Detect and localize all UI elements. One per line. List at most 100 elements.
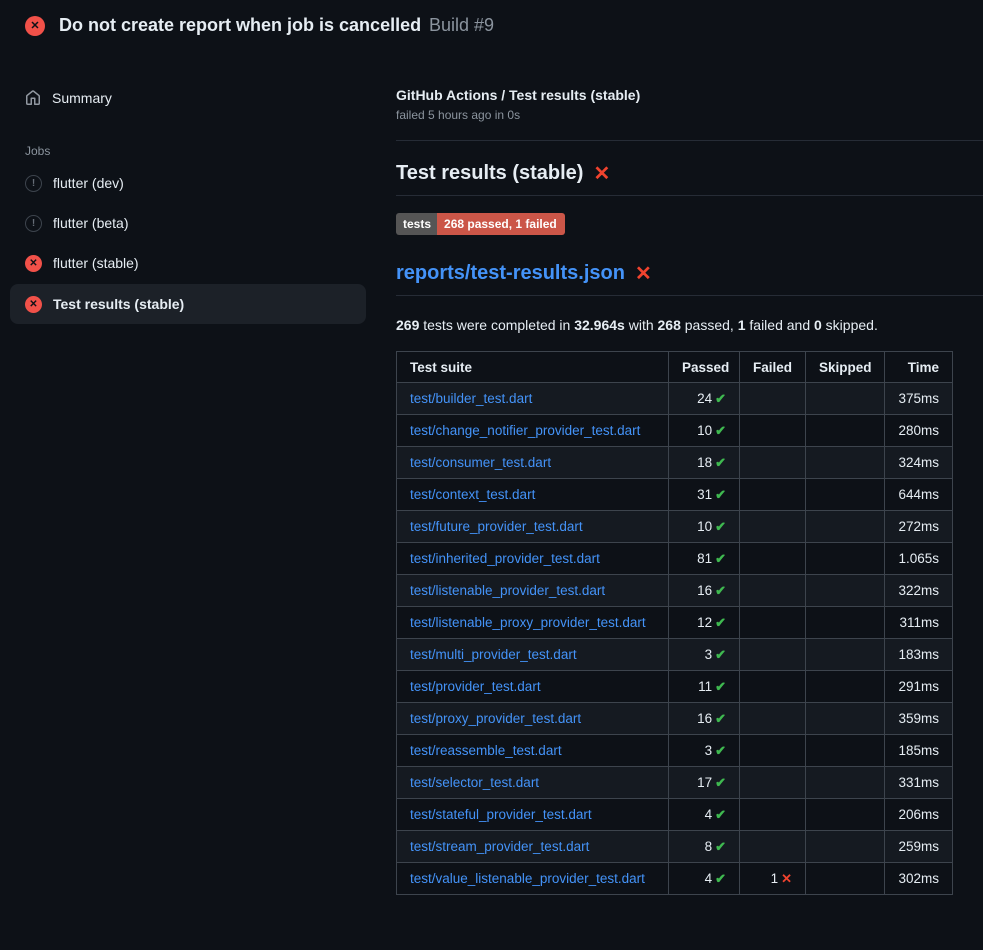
skipped-cell bbox=[806, 735, 885, 767]
passed-cell: 18✔ bbox=[669, 447, 740, 479]
failed-cell bbox=[740, 575, 806, 607]
suite-cell: test/provider_test.dart bbox=[397, 671, 669, 703]
time-cell: 359ms bbox=[885, 703, 953, 735]
check-icon: ✔ bbox=[715, 839, 726, 854]
test-suite-link[interactable]: test/proxy_provider_test.dart bbox=[410, 711, 581, 726]
page-title: Do not create report when job is cancell… bbox=[59, 15, 421, 35]
time-cell: 311ms bbox=[885, 607, 953, 639]
suite-cell: test/proxy_provider_test.dart bbox=[397, 703, 669, 735]
sidebar-item-label: flutter (beta) bbox=[53, 215, 128, 231]
check-icon: ✔ bbox=[715, 807, 726, 822]
failed-cell bbox=[740, 607, 806, 639]
test-suite-link[interactable]: test/listenable_provider_test.dart bbox=[410, 583, 605, 598]
check-icon: ✔ bbox=[715, 551, 726, 566]
passed-count: 11 bbox=[698, 679, 712, 694]
suite-cell: test/listenable_provider_test.dart bbox=[397, 575, 669, 607]
section-title: Test results (stable) bbox=[396, 162, 583, 185]
failed-cell bbox=[740, 639, 806, 671]
status-line: failed 5 hours ago in 0s bbox=[396, 108, 983, 122]
table-row: test/consumer_test.dart 18✔ 324ms bbox=[397, 447, 953, 479]
check-icon: ✔ bbox=[715, 391, 726, 406]
time-cell: 302ms bbox=[885, 863, 953, 895]
table-row: test/provider_test.dart11✔291ms bbox=[397, 671, 953, 703]
test-suite-link[interactable]: test/future_provider_test.dart bbox=[410, 519, 583, 534]
check-icon: ✔ bbox=[715, 871, 726, 886]
failed-cell bbox=[740, 383, 806, 415]
neutral-circle-icon: ! bbox=[25, 175, 42, 192]
suite-cell: test/stream_provider_test.dart bbox=[397, 831, 669, 863]
test-suite-link[interactable]: test/provider_test.dart bbox=[410, 679, 541, 694]
table-row: test/future_provider_test.dart10✔272ms bbox=[397, 511, 953, 543]
check-icon: ✔ bbox=[715, 647, 726, 662]
skipped-cell bbox=[806, 575, 885, 607]
table-row: test/multi_provider_test.dart3✔183ms bbox=[397, 639, 953, 671]
summary-time: 32.964s bbox=[574, 317, 625, 333]
failed-cell bbox=[740, 831, 806, 863]
time-cell: 185ms bbox=[885, 735, 953, 767]
time-cell: 1.065s bbox=[885, 543, 953, 575]
check-icon: ✔ bbox=[715, 519, 726, 534]
test-suite-link[interactable]: test/consumer_test.dart bbox=[410, 455, 551, 470]
passed-count: 12 bbox=[697, 615, 712, 630]
suite-cell: test/selector_test.dart bbox=[397, 767, 669, 799]
failed-cell bbox=[740, 735, 806, 767]
check-icon: ✔ bbox=[715, 679, 726, 694]
sidebar-item-summary[interactable]: Summary bbox=[10, 79, 366, 117]
passed-count: 10 bbox=[697, 519, 712, 534]
test-suite-link[interactable]: test/listenable_proxy_provider_test.dart bbox=[410, 615, 646, 630]
suite-cell: test/future_provider_test.dart bbox=[397, 511, 669, 543]
passed-cell: 4✔ bbox=[669, 799, 740, 831]
passed-cell: 31✔ bbox=[669, 479, 740, 511]
test-suite-link[interactable]: test/context_test.dart bbox=[410, 487, 535, 502]
test-suite-link[interactable]: test/multi_provider_test.dart bbox=[410, 647, 577, 662]
test-results-table: Test suite Passed Failed Skipped Time te… bbox=[396, 351, 953, 895]
time-cell: 375ms bbox=[885, 383, 953, 415]
summary-total: 269 bbox=[396, 317, 419, 333]
check-run-header: ✕ Do not create report when job is cance… bbox=[0, 0, 983, 49]
test-suite-link[interactable]: test/stream_provider_test.dart bbox=[410, 839, 589, 854]
check-icon: ✔ bbox=[715, 423, 726, 438]
failed-cell bbox=[740, 447, 806, 479]
skipped-cell bbox=[806, 831, 885, 863]
test-suite-link[interactable]: test/value_listenable_provider_test.dart bbox=[410, 871, 645, 886]
col-header-passed: Passed bbox=[669, 352, 740, 383]
sidebar-item-job[interactable]: ✕flutter (stable) bbox=[10, 244, 366, 282]
failed-cell: 1✕ bbox=[740, 863, 806, 895]
suite-cell: test/change_notifier_provider_test.dart bbox=[397, 415, 669, 447]
passed-count: 16 bbox=[697, 711, 712, 726]
passed-cell: 3✔ bbox=[669, 639, 740, 671]
test-suite-link[interactable]: test/builder_test.dart bbox=[410, 391, 532, 406]
passed-cell: 16✔ bbox=[669, 703, 740, 735]
time-cell: 322ms bbox=[885, 575, 953, 607]
failed-cell bbox=[740, 767, 806, 799]
suite-cell: test/value_listenable_provider_test.dart bbox=[397, 863, 669, 895]
time-cell: 206ms bbox=[885, 799, 953, 831]
report-file-link[interactable]: reports/test-results.json bbox=[396, 262, 625, 285]
test-suite-link[interactable]: test/change_notifier_provider_test.dart bbox=[410, 423, 640, 438]
sidebar-item-label: flutter (dev) bbox=[53, 175, 124, 191]
table-header-row: Test suite Passed Failed Skipped Time bbox=[397, 352, 953, 383]
skipped-cell bbox=[806, 671, 885, 703]
skipped-cell bbox=[806, 415, 885, 447]
table-row: test/inherited_provider_test.dart81✔1.06… bbox=[397, 543, 953, 575]
sidebar-item-job[interactable]: !flutter (beta) bbox=[10, 204, 366, 242]
test-suite-link[interactable]: test/selector_test.dart bbox=[410, 775, 539, 790]
passed-cell: 16✔ bbox=[669, 575, 740, 607]
sidebar-item-label: Test results (stable) bbox=[53, 296, 184, 312]
failed-cell bbox=[740, 479, 806, 511]
sidebar: Summary Jobs !flutter (dev)!flutter (bet… bbox=[0, 49, 380, 326]
time-cell: 259ms bbox=[885, 831, 953, 863]
time-cell: 324ms bbox=[885, 447, 953, 479]
skipped-cell bbox=[806, 447, 885, 479]
badge-label: tests bbox=[396, 213, 437, 235]
passed-count: 18 bbox=[697, 455, 712, 470]
sidebar-item-job[interactable]: ✕Test results (stable) bbox=[10, 284, 366, 324]
passed-cell: 8✔ bbox=[669, 831, 740, 863]
test-suite-link[interactable]: test/reassemble_test.dart bbox=[410, 743, 562, 758]
passed-count: 17 bbox=[697, 775, 712, 790]
suite-cell: test/inherited_provider_test.dart bbox=[397, 543, 669, 575]
test-suite-link[interactable]: test/stateful_provider_test.dart bbox=[410, 807, 592, 822]
test-suite-link[interactable]: test/inherited_provider_test.dart bbox=[410, 551, 600, 566]
summary-passed: 268 bbox=[658, 317, 681, 333]
sidebar-item-job[interactable]: ! flutter (dev) bbox=[10, 164, 366, 202]
